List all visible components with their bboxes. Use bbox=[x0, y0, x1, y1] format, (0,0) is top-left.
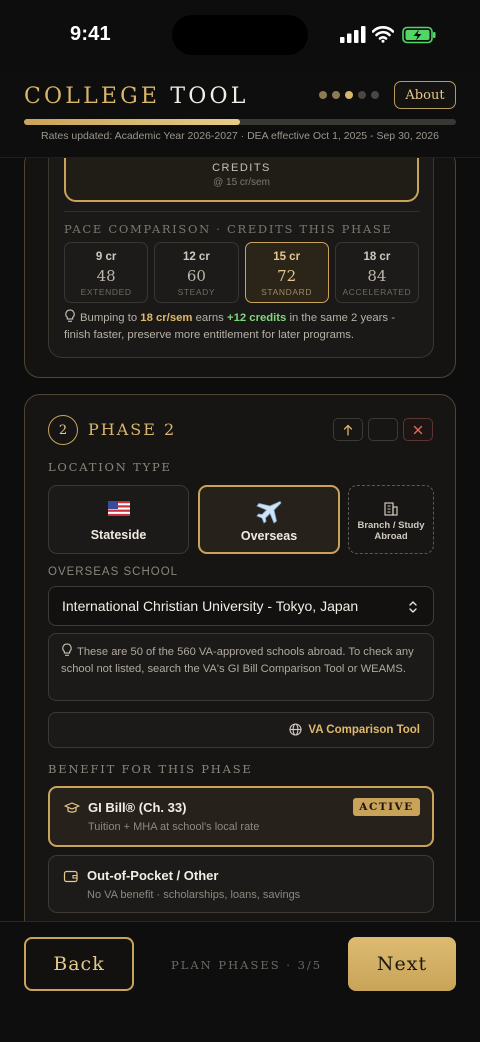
benefit-title: GI Bill® (Ch. 33) bbox=[88, 800, 187, 815]
pace-total: 48 bbox=[96, 267, 116, 285]
back-button[interactable]: Back bbox=[24, 937, 134, 991]
benefit-option-out-of-pocket[interactable]: Out-of-Pocket / Other No VA benefit · sc… bbox=[48, 855, 434, 913]
rates-updated-note: Rates updated: Academic Year 2026-2027 ·… bbox=[41, 130, 439, 142]
progress-bar bbox=[24, 119, 456, 125]
credits-label: CREDITS bbox=[212, 162, 271, 174]
status-bar: 9:41 bbox=[0, 0, 480, 70]
remove-phase-button[interactable] bbox=[403, 418, 433, 441]
benefit-subtitle: No VA benefit · scholarships, loans, sav… bbox=[87, 889, 301, 901]
us-flag-icon bbox=[49, 499, 188, 521]
school-info-note: These are 50 of the 560 VA-approved scho… bbox=[48, 633, 434, 701]
pace-label: EXTENDED bbox=[80, 287, 132, 297]
phase-2-card: 2 PHASE 2 LOCATION TYPE Stateside Overse… bbox=[24, 394, 456, 921]
pace-option-extended[interactable]: 9 cr 48 EXTENDED bbox=[64, 242, 149, 303]
phase-title: PHASE 2 bbox=[88, 420, 177, 439]
wallet-icon bbox=[63, 870, 78, 883]
pace-credits: 9 cr bbox=[95, 251, 117, 263]
pace-total: 72 bbox=[277, 267, 297, 285]
phase-number-badge: 2 bbox=[48, 415, 78, 445]
pace-credits: 12 cr bbox=[182, 251, 210, 263]
graduation-cap-icon bbox=[64, 802, 80, 813]
about-button[interactable]: About bbox=[394, 81, 456, 109]
next-button[interactable]: Next bbox=[348, 937, 456, 991]
benefit-subtitle: Tuition + MHA at school's local rate bbox=[88, 821, 260, 833]
battery-charging-icon bbox=[402, 26, 436, 44]
cellular-signal-icon bbox=[340, 26, 366, 43]
location-label: Stateside bbox=[90, 528, 147, 542]
pace-comparison-title: PACE COMPARISON · CREDITS THIS PHASE bbox=[64, 222, 393, 236]
location-type-label: LOCATION TYPE bbox=[48, 460, 172, 474]
arrow-up-icon bbox=[343, 424, 353, 436]
phase-1-card: CREDITS @ 15 cr/sem PACE COMPARISON · CR… bbox=[24, 158, 456, 378]
step-dot bbox=[319, 91, 327, 99]
dynamic-island bbox=[172, 15, 308, 55]
close-icon bbox=[413, 425, 423, 434]
benefit-label: BENEFIT FOR THIS PHASE bbox=[48, 762, 253, 776]
chevron-up-down-icon bbox=[409, 601, 417, 613]
move-up-button[interactable] bbox=[333, 418, 363, 441]
pace-option-accelerated[interactable]: 18 cr 84 ACCELERATED bbox=[334, 242, 419, 303]
scroll-content[interactable]: CREDITS @ 15 cr/sem PACE COMPARISON · CR… bbox=[0, 158, 480, 921]
building-icon bbox=[349, 499, 433, 521]
phase-1-details: CREDITS @ 15 cr/sem PACE COMPARISON · CR… bbox=[48, 158, 434, 358]
benefit-title: Out-of-Pocket / Other bbox=[87, 868, 219, 883]
divider bbox=[64, 211, 420, 212]
globe-icon bbox=[289, 723, 302, 736]
va-comparison-tool-button[interactable]: VA Comparison Tool bbox=[48, 712, 434, 748]
location-label: Overseas bbox=[240, 529, 298, 543]
pace-options: 9 cr 48 EXTENDED 12 cr 60 STEADY 15 cr 7… bbox=[64, 242, 419, 303]
pace-total: 60 bbox=[186, 267, 206, 285]
step-dot bbox=[358, 91, 366, 99]
pace-option-steady[interactable]: 12 cr 60 STEADY bbox=[154, 242, 239, 303]
app-header: COLLEGE TOOL About Rates updated: Academ… bbox=[0, 70, 480, 158]
pace-label: STEADY bbox=[177, 287, 216, 297]
location-stateside[interactable]: Stateside bbox=[48, 485, 189, 554]
wifi-icon bbox=[372, 26, 394, 43]
airplane-icon bbox=[200, 500, 338, 529]
overseas-school-select[interactable]: International Christian University - Tok… bbox=[48, 586, 434, 626]
status-time: 9:41 bbox=[70, 23, 111, 45]
selected-school: International Christian University - Tok… bbox=[62, 598, 359, 614]
location-overseas[interactable]: Overseas bbox=[198, 485, 340, 554]
lightbulb-icon bbox=[65, 309, 75, 322]
step-indicator bbox=[319, 91, 379, 99]
location-branch-study-abroad[interactable]: Branch / Study Abroad bbox=[348, 485, 434, 554]
pace-credits: 15 cr bbox=[273, 251, 301, 263]
step-counter: PLAN PHASES · 3/5 bbox=[171, 958, 323, 972]
credits-rate: @ 15 cr/sem bbox=[213, 177, 270, 188]
progress-fill bbox=[24, 119, 240, 125]
step-dot-current bbox=[345, 91, 353, 99]
pace-option-standard[interactable]: 15 cr 72 STANDARD bbox=[244, 242, 329, 303]
lightbulb-icon bbox=[62, 643, 72, 656]
step-dot bbox=[332, 91, 340, 99]
overseas-school-label: OVERSEAS SCHOOL bbox=[48, 566, 179, 578]
step-dot bbox=[371, 91, 379, 99]
pace-label: STANDARD bbox=[261, 287, 313, 297]
pace-tip: Bumping to 18 cr/sem earns +12 credits i… bbox=[64, 309, 420, 344]
credits-summary: CREDITS @ 15 cr/sem bbox=[64, 158, 419, 202]
app-title: COLLEGE TOOL bbox=[24, 84, 249, 109]
pace-label: ACCELERATED bbox=[342, 287, 412, 297]
benefit-option-gi-bill[interactable]: GI Bill® (Ch. 33) Tuition + MHA at schoo… bbox=[48, 786, 434, 847]
bottom-navigation: Back PLAN PHASES · 3/5 Next bbox=[0, 921, 480, 1042]
location-label: Branch / Study Abroad bbox=[357, 520, 425, 542]
pace-total: 84 bbox=[367, 267, 387, 285]
move-down-button[interactable] bbox=[368, 418, 398, 441]
pace-credits: 18 cr bbox=[363, 251, 391, 263]
active-badge: ACTIVE bbox=[353, 798, 420, 816]
va-tool-label: VA Comparison Tool bbox=[308, 723, 420, 736]
